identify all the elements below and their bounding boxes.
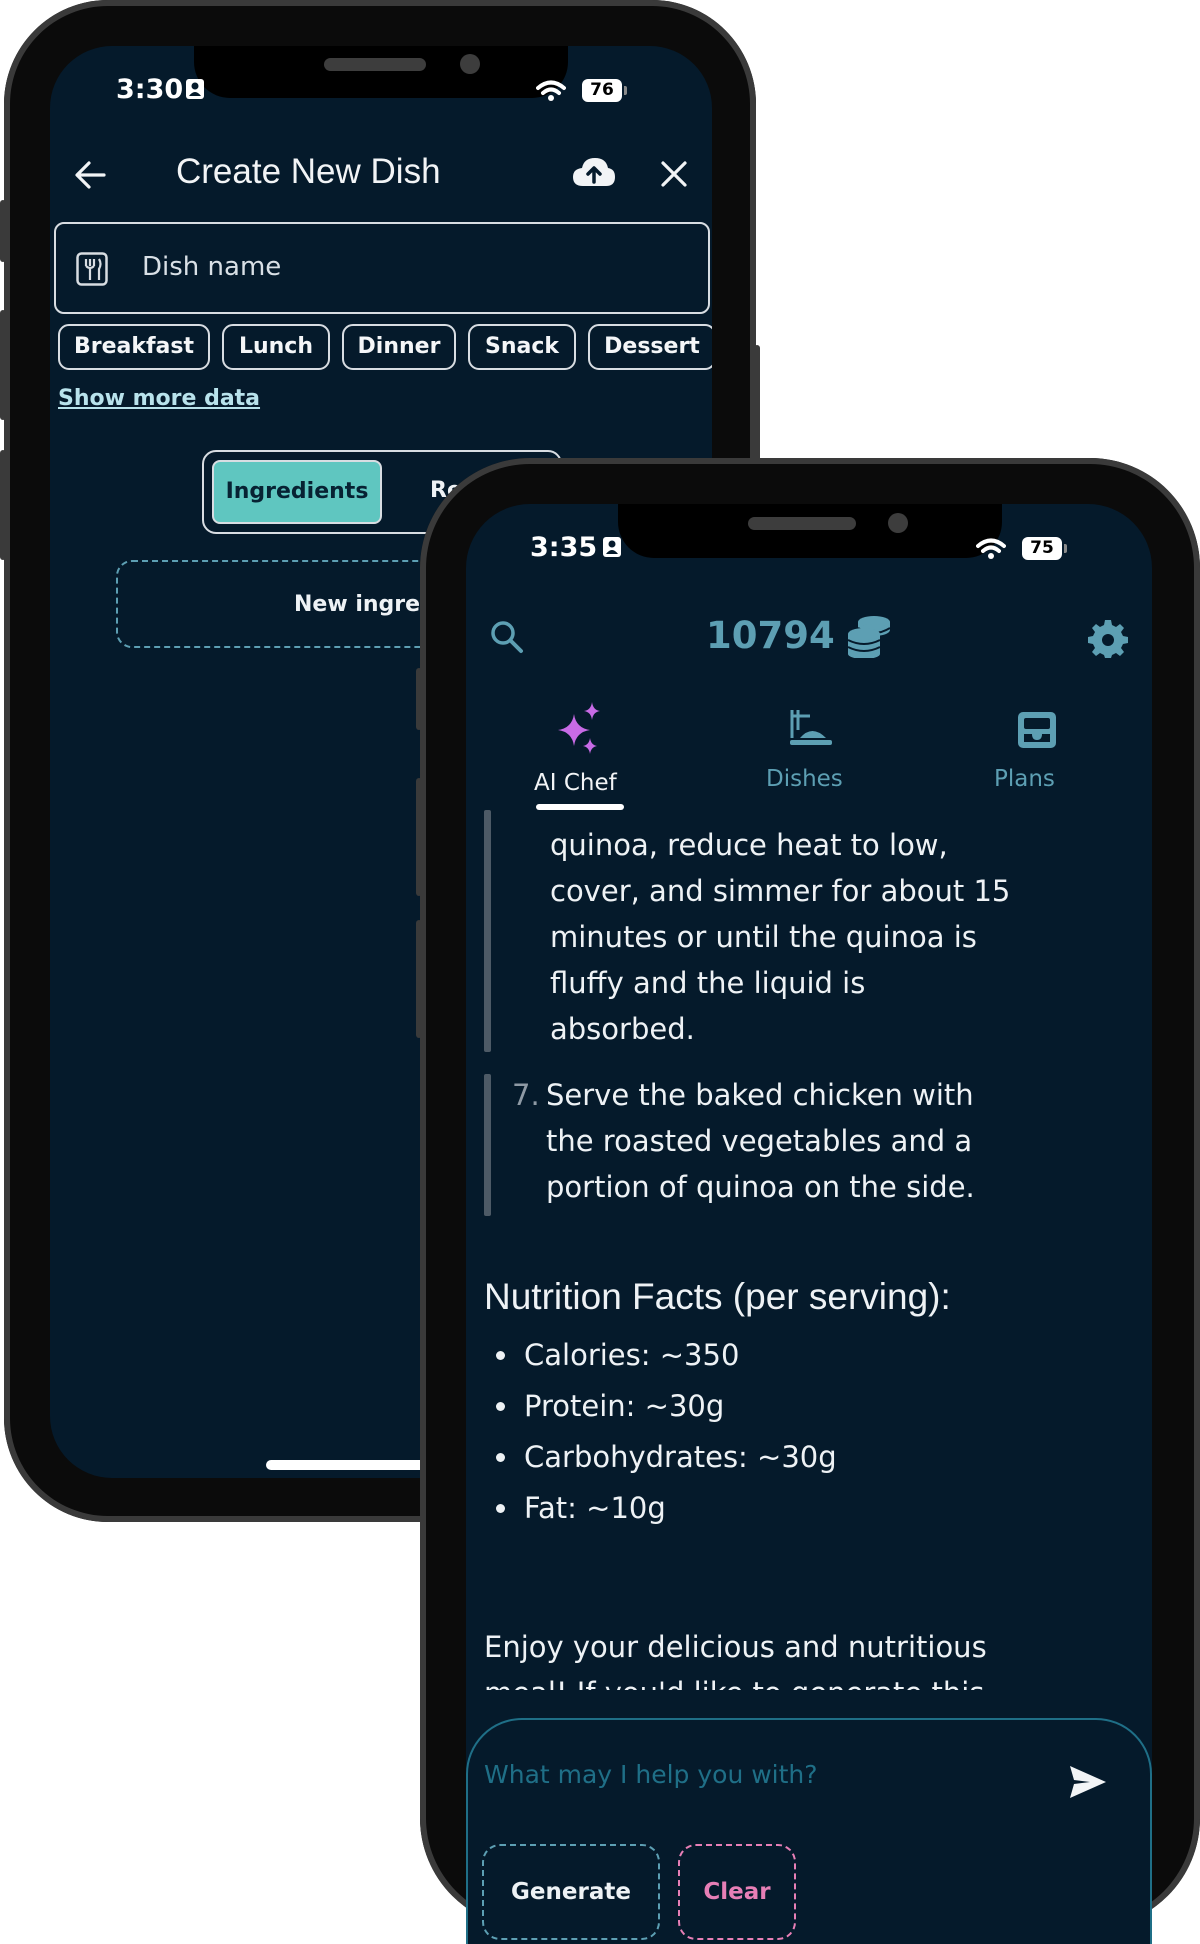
closing-line: Enjoy your delicious and nutritious [484,1630,987,1664]
chip-dessert[interactable]: Dessert [588,324,712,370]
tab-plans-label[interactable]: Plans [994,766,1055,792]
step-6-line: cover, and simmer for about 15 [550,874,1011,908]
chat-transcript: quinoa, reduce heat to low, cover, and s… [466,810,1152,1690]
step-6-line: minutes or until the quinoa is [550,920,977,954]
dish-name-placeholder: Dish name [142,252,282,282]
mute-switch [416,668,422,730]
status-time: 3:30 [116,74,184,105]
status-time: 3:35 [530,532,598,563]
generate-button[interactable]: Generate [482,1844,660,1940]
volume-down-button [416,920,422,1038]
nutrition-heading: Nutrition Facts (per serving): [484,1276,951,1317]
camera [460,54,480,74]
tab-ai-chef-label[interactable]: AI Chef [534,770,617,796]
step-7-line: Serve the baked chicken with [546,1078,974,1112]
camera [888,513,908,533]
close-icon[interactable] [660,160,688,188]
volume-down-button [0,450,6,560]
show-more-link[interactable]: Show more data [58,386,260,411]
closing-paragraph: Enjoy your delicious and nutritious meal… [484,1624,987,1690]
chip-snack[interactable]: Snack [468,324,576,370]
battery-indicator: 76 [582,79,627,102]
battery-indicator: 75 [1022,537,1067,560]
mute-switch [0,200,6,262]
speaker [324,58,426,71]
bullet [496,1402,505,1411]
bullet [496,1351,505,1360]
clear-button[interactable]: Clear [678,1844,796,1940]
step-6-text: quinoa, reduce heat to low, cover, and s… [550,822,1010,1052]
closing-line: meal! If you'd like to generate this [484,1670,987,1690]
phone-front: 3:35 75 10794 AI Chef Dishes Plans quino… [416,458,1200,1944]
chip-breakfast[interactable]: Breakfast [58,324,210,370]
back-arrow-icon[interactable] [72,158,108,192]
step-6-line: quinoa, reduce heat to low, [550,828,948,862]
step-6-line: fluffy and the liquid is [550,966,866,1000]
bullet [496,1504,505,1513]
quote-bar [484,810,491,1052]
step-7-text: Serve the baked chicken with the roasted… [546,1072,975,1210]
nutrition-item: Carbohydrates: ~30g [524,1440,837,1474]
speaker [748,517,856,530]
search-icon[interactable] [490,620,524,654]
inbox-tray-icon [1018,712,1056,748]
nutrition-item: Fat: ~10g [524,1491,666,1525]
dish-name-field[interactable]: Dish name [54,222,710,314]
message-input[interactable]: What may I help you with? [484,1760,818,1789]
contact-card-icon [186,79,204,99]
chat-composer: What may I help you with? Generate Clear [466,1718,1152,1944]
tab-dishes-label[interactable]: Dishes [766,766,843,792]
quote-bar [484,1074,491,1216]
notch [194,46,568,98]
ai-chef-screen: 3:35 75 10794 AI Chef Dishes Plans quino… [466,504,1152,1944]
dish-icon [790,710,832,745]
power-button [1196,814,1200,994]
send-icon[interactable] [1068,1764,1108,1800]
step-6-line: absorbed. [550,1012,695,1046]
wifi-icon [976,538,1006,559]
wifi-icon [536,80,566,101]
bullet [496,1453,505,1462]
tab-ingredients[interactable]: Ingredients [212,460,382,524]
nutrition-item: Protein: ~30g [524,1389,725,1423]
sparkles-icon [558,702,600,754]
fork-knife-icon [76,252,108,286]
step-7-line: portion of quinoa on the side. [546,1170,975,1204]
nutrition-item: Calories: ~350 [524,1338,740,1372]
volume-up-button [0,310,6,420]
cloud-upload-icon[interactable] [572,156,616,190]
step-7-number: 7. [512,1078,540,1112]
step-7-line: the roasted vegetables and a [546,1124,973,1158]
new-ingredient-label: New ingred [294,592,436,617]
volume-up-button [416,778,422,896]
chip-lunch[interactable]: Lunch [222,324,330,370]
page-title: Create New Dish [176,152,441,191]
chip-dinner[interactable]: Dinner [342,324,456,370]
coin-balance: 10794 [706,614,835,657]
coins-stack-icon [847,616,891,658]
contact-card-icon [603,537,621,557]
notch [618,504,1002,558]
settings-gear-icon[interactable] [1088,618,1128,658]
